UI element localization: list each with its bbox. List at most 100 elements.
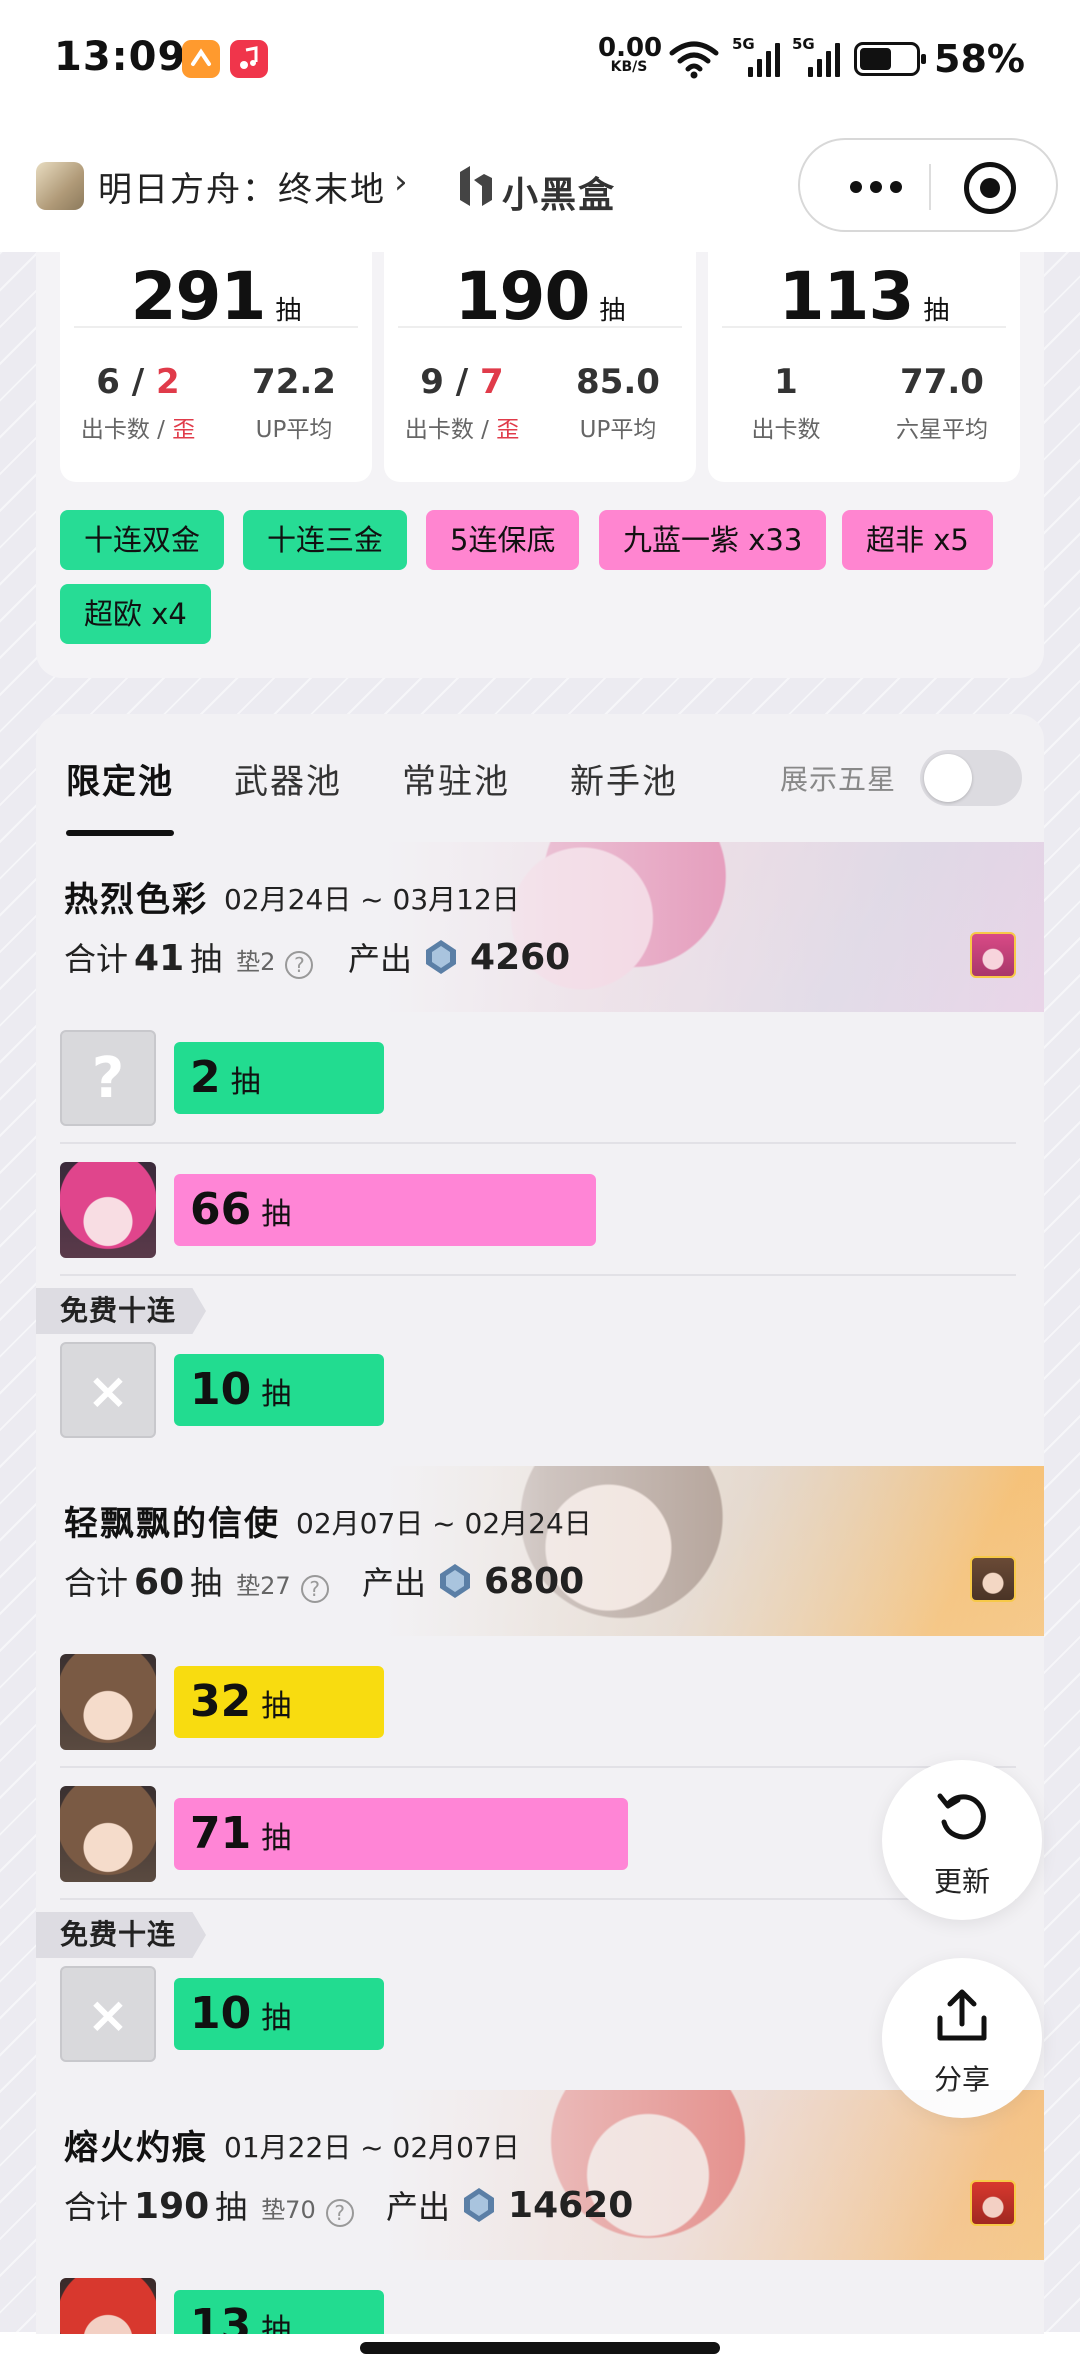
pool-character-mini-avatar [970,2180,1016,2226]
help-icon[interactable]: ? [300,1575,329,1603]
capsule-divider [929,164,931,210]
pull-unit: 抽 [230,1065,261,1100]
pity-pad: 垫27 [236,1572,291,1600]
stat-avg-cell: 85.0 UP平均 [540,362,696,444]
pull-row: 32 抽 [36,1636,1044,1768]
pool-name: 热烈色彩 [64,880,208,920]
tab-standard[interactable]: 常驻池 [402,754,510,803]
total-value: 190 [134,2186,210,2227]
pull-unit: 抽 [261,2313,292,2334]
question-icon: ? [91,1046,125,1111]
currency-gem-icon [464,2188,495,2222]
total-prefix: 合计 [64,940,129,978]
character-thumb[interactable] [60,2278,156,2334]
character-thumb[interactable] [60,1654,156,1750]
pool-banner-art [384,1466,1044,1636]
tag-ten-double-gold: 十连双金 [60,510,225,570]
six-star-avg-label: 六星平均 [896,417,988,443]
total-value: 60 [134,1562,185,1603]
music-app-icon [230,40,268,78]
stat-total: 190 抽 [384,258,696,335]
pull-bar: 2抽 [174,1042,384,1114]
pool-total: 合计 41 抽 垫2 ? [64,934,314,980]
pool-total: 合计 190 抽 垫70 ? [64,2182,354,2228]
six-star-avg-value: 77.0 [900,362,984,402]
pull-bar: 32 抽 [174,1666,384,1738]
total-value: 41 [134,938,185,979]
pool-output: 产出 14620 [386,2182,633,2228]
home-indicator[interactable] [360,2342,720,2354]
help-icon[interactable]: ? [325,2199,354,2227]
unknown-character-thumb: ? [60,1030,156,1126]
game-avatar[interactable] [36,162,84,210]
pool-output: 产出 6800 [362,1558,584,1604]
refresh-button[interactable]: 更新 [882,1760,1042,1920]
pull-count: 71 [190,1808,252,1859]
pity-pad: 垫2 [236,948,276,976]
pull-unit: 抽 [261,1689,292,1724]
pull-row: ? 2抽 [36,1012,1044,1144]
status-icons: 5G 5G 58% [668,35,1025,82]
character-thumb[interactable] [60,1162,156,1258]
pool-total: 合计 60 抽 垫27 ? [64,1558,329,1604]
summary-card: 291 抽 6 / 2 出卡数 / 歪 72.2 UP平均 190 抽 9 / 7 … [36,252,1044,678]
stat-box-standard: 113 抽 1 出卡数 77.0 六星平均 [708,252,1020,482]
tag-super-unlucky: 超非 x5 [842,510,993,570]
output-value: 4260 [470,936,571,978]
pool-header[interactable]: 轻飘飘的信使 02月07日 ~ 02月24日 合计 60 抽 垫27 ? 产出 … [36,1466,1044,1636]
pool-date: 02月24日 ~ 03月12日 [224,883,520,916]
cards-count: 6 [96,362,120,402]
cards-label: 出卡数 / [80,417,173,443]
output-label: 产出 [386,2188,451,2226]
pool-header[interactable]: 熔火灼痕 01月22日 ~ 02月07日 合计 190 抽 垫70 ? 产出 1… [36,2090,1044,2260]
show-five-star-toggle[interactable] [920,750,1022,806]
pull-bar: 10 抽 [174,1354,384,1426]
tab-limited[interactable]: 限定池 [66,754,174,803]
tag-nine-blue-one-purple: 九蓝一紫 x33 [599,510,827,570]
pool-name: 轻飘飘的信使 [64,1504,280,1544]
pull-bar: 13 抽 [174,2290,384,2334]
pull-row: 13 抽 [36,2260,1044,2334]
up-avg-label: UP平均 [255,417,333,443]
pull-count: 13 [190,2300,252,2334]
pool-header[interactable]: 热烈色彩 02月24日 ~ 03月12日 合计 41 抽 垫2 ? 产出 426… [36,842,1044,1012]
stat-avg-cell: 77.0 六星平均 [864,362,1020,444]
pull-count: 10 [190,1364,252,1415]
battery-icon [854,42,926,76]
stat-divider [398,326,682,328]
pull-bar: 71 抽 [174,1798,628,1870]
off-banner-label: 歪 [496,417,520,443]
total-prefix: 合计 [64,1564,129,1602]
miniprogram-capsule [798,138,1058,232]
total-prefix: 合计 [64,2188,129,2226]
game-title[interactable]: 明日方舟：终末地 [98,162,386,211]
more-dots-icon[interactable] [836,162,916,212]
stat-divider [74,326,358,328]
pool-output: 产出 4260 [348,934,570,980]
help-icon[interactable]: ? [285,951,314,979]
currency-gem-icon [426,940,457,974]
stat-box-limited: 291 抽 6 / 2 出卡数 / 歪 72.2 UP平均 [60,252,372,482]
pool-character-mini-avatar [970,932,1016,978]
total-unit: 抽 [190,940,223,978]
toggle-knob [924,754,972,802]
character-thumb[interactable] [60,1786,156,1882]
stat-total-unit: 抽 [275,296,302,326]
signal-label-2: 5G [792,35,815,53]
close-target-icon[interactable] [964,162,1016,214]
status-bar: 13:09 0.00 KB/S 5G 5G 58% [0,0,1080,118]
pull-row-free: × 10 抽 [36,1324,1044,1456]
pool-character-mini-avatar [970,1556,1016,1602]
app-notification-icon [182,40,220,78]
tab-weapon[interactable]: 武器池 [234,754,342,803]
active-tab-indicator [66,830,174,836]
pool-name: 熔火灼痕 [64,2128,208,2168]
miniprogram-header: 明日方舟：终末地 › 小黑盒 [0,118,1080,252]
tab-beginner[interactable]: 新手池 [570,754,678,803]
chevron-right-icon[interactable]: › [394,162,408,202]
pool-banner-art [384,2090,1044,2260]
cards-label: 出卡数 [751,417,821,443]
cards-count: 9 [420,362,444,402]
stat-cards-cell: 9 / 7 出卡数 / 歪 [384,362,540,444]
stat-avg-cell: 72.2 UP平均 [216,362,372,444]
